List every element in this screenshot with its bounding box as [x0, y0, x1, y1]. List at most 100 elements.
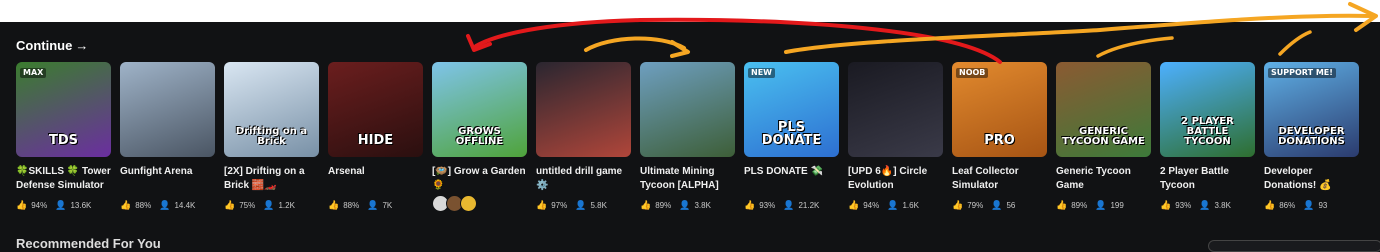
game-stats: 👍 94% 👤 13.6K [16, 200, 91, 211]
game-thumbnail[interactable]: Drifting on a Brick [224, 62, 319, 157]
thumbnail-logo-text: GROWS OFFLINE [455, 126, 504, 147]
person-icon: 👤 [991, 200, 1003, 210]
continue-section-link[interactable]: Continue → [16, 38, 88, 53]
game-title[interactable]: untitled drill game ⚙️ [536, 165, 632, 193]
game-title[interactable]: 🍀SKILLS 🍀 Tower Defense Simulator [16, 165, 112, 193]
avatar[interactable] [460, 195, 477, 212]
game-stats: 👍 86% 👤 93 [1264, 200, 1327, 211]
game-thumbnail[interactable]: PLS DONATE NEW [744, 62, 839, 157]
game-title[interactable]: [UPD 6🔥] Circle Evolution [848, 165, 944, 193]
game-card[interactable]: TDS MAX 🍀SKILLS 🍀 Tower Defense Simulator 👍… [16, 62, 112, 210]
player-count: 5.8K [590, 201, 607, 210]
game-card[interactable]: HIDE Arsenal 👍 88% 👤 7K [328, 62, 424, 210]
game-stats: 👍 88% 👤 14.4K [120, 200, 195, 211]
person-icon: 👤 [55, 200, 67, 210]
game-thumbnail[interactable]: 2 PLAYER BATTLE TYCOON [1160, 62, 1255, 157]
game-thumbnail[interactable] [120, 62, 215, 157]
rating-value: 94% [863, 201, 880, 210]
player-count: 1.2K [278, 201, 295, 210]
game-card[interactable]: untitled drill game ⚙️ 👍 97% 👤 5.8K [536, 62, 632, 210]
game-card[interactable]: GROWS OFFLINE [🪺] Grow a Garden 🌻 [432, 62, 528, 212]
game-stats: 👍 79% 👤 56 [952, 200, 1015, 211]
thumbnail-logo-text: GENERIC TYCOON GAME [1062, 126, 1145, 147]
thumbnail-logo-text: Drifting on a Brick [235, 126, 308, 147]
rating-value: 88% [135, 201, 152, 210]
continue-title: Continue [16, 38, 73, 53]
person-icon: 👤 [1303, 200, 1315, 210]
game-title[interactable]: Arsenal [328, 165, 424, 179]
game-title[interactable]: Developer Donations! 💰 [1264, 165, 1360, 193]
game-stats: 👍 93% 👤 21.2K [744, 200, 819, 211]
thumbs-up-icon: 👍 [1056, 200, 1068, 210]
person-icon: 👤 [263, 200, 275, 210]
game-title[interactable]: Leaf Collector Simulator [952, 165, 1048, 193]
thumbs-up-icon: 👍 [1264, 200, 1276, 210]
continue-row: TDS MAX 🍀SKILLS 🍀 Tower Defense Simulator 👍… [16, 62, 1380, 222]
person-icon: 👤 [159, 200, 171, 210]
game-card[interactable]: [UPD 6🔥] Circle Evolution 👍 94% 👤 1.6K [848, 62, 944, 210]
person-icon: 👤 [1199, 200, 1211, 210]
game-title[interactable]: Generic Tycoon Game [1056, 165, 1152, 193]
game-stats: 👍 89% 👤 3.8K [640, 200, 711, 211]
rating-value: 75% [239, 201, 256, 210]
thumbnail-logo-text: PRO [984, 133, 1015, 148]
game-thumbnail[interactable]: DEVELOPER DONATIONS SUPPORT ME! [1264, 62, 1359, 157]
game-card[interactable]: 2 PLAYER BATTLE TYCOON 2 Player Battle Ty… [1160, 62, 1256, 210]
game-thumbnail[interactable]: GENERIC TYCOON GAME [1056, 62, 1151, 157]
rating-value: 93% [1175, 201, 1192, 210]
thumbnail-badge-text: NOOB [956, 68, 989, 78]
player-count: 3.8K [1214, 201, 1231, 210]
player-count: 21.2K [798, 201, 820, 210]
thumbs-up-icon: 👍 [744, 200, 756, 210]
game-thumbnail[interactable]: HIDE [328, 62, 423, 157]
thumbs-up-icon: 👍 [120, 200, 132, 210]
game-stats: 👍 88% 👤 7K [328, 200, 392, 211]
arrow-right-icon: → [75, 38, 89, 53]
player-count: 199 [1110, 201, 1124, 210]
game-title[interactable]: PLS DONATE 💸 [744, 165, 840, 179]
game-title[interactable]: [2X] Drifting on a Brick 🧱🏎️ [224, 165, 320, 193]
game-title[interactable]: Gunfight Arena [120, 165, 216, 179]
game-card[interactable]: DEVELOPER DONATIONS SUPPORT ME! Developer … [1264, 62, 1360, 210]
player-count: 93 [1318, 201, 1328, 210]
game-thumbnail[interactable]: GROWS OFFLINE [432, 62, 527, 157]
friend-avatars[interactable] [432, 195, 477, 212]
player-count: 13.6K [70, 201, 92, 210]
game-card[interactable]: Gunfight Arena 👍 88% 👤 14.4K [120, 62, 216, 210]
thumbnail-logo-text: PLS DONATE [761, 120, 822, 148]
rating-value: 89% [1071, 201, 1088, 210]
game-stats: 👍 89% 👤 199 [1056, 200, 1124, 211]
game-stats: 👍 97% 👤 5.8K [536, 200, 607, 211]
rating-value: 86% [1279, 201, 1296, 210]
game-title[interactable]: Ultimate Mining Tycoon [ALPHA] [640, 165, 736, 193]
game-thumbnail[interactable]: TDS MAX [16, 62, 111, 157]
thumbnail-logo-text: 2 PLAYER BATTLE TYCOON [1181, 116, 1234, 147]
game-title[interactable]: 2 Player Battle Tycoon [1160, 165, 1256, 193]
person-icon: 👤 [367, 200, 379, 210]
person-icon: 👤 [783, 200, 795, 210]
game-thumbnail[interactable] [848, 62, 943, 157]
person-icon: 👤 [679, 200, 691, 210]
thumbs-up-icon: 👍 [16, 200, 28, 210]
browser-top-strip [0, 0, 1380, 22]
game-title[interactable]: [🪺] Grow a Garden 🌻 [432, 165, 528, 193]
recommended-search-box[interactable] [1208, 240, 1380, 252]
game-stats: 👍 94% 👤 1.6K [848, 200, 919, 211]
player-count: 3.8K [694, 201, 711, 210]
game-thumbnail[interactable] [640, 62, 735, 157]
rating-value: 93% [759, 201, 776, 210]
game-card[interactable]: Drifting on a Brick [2X] Drifting on a Br… [224, 62, 320, 210]
thumbs-up-icon: 👍 [536, 200, 548, 210]
thumbnail-logo-text: DEVELOPER DONATIONS [1278, 126, 1345, 147]
game-card[interactable]: PRO NOOB Leaf Collector Simulator 👍 79% 👤 56 [952, 62, 1048, 210]
game-card[interactable]: Ultimate Mining Tycoon [ALPHA] 👍 89% 👤 3.8K [640, 62, 736, 210]
game-card[interactable]: GENERIC TYCOON GAME Generic Tycoon Game 👍 8… [1056, 62, 1152, 210]
game-stats: 👍 75% 👤 1.2K [224, 200, 295, 211]
thumbs-up-icon: 👍 [328, 200, 340, 210]
game-card[interactable]: PLS DONATE NEW PLS DONATE 💸 👍 93% 👤 21.2K [744, 62, 840, 210]
rating-value: 89% [655, 201, 672, 210]
game-thumbnail[interactable] [536, 62, 631, 157]
game-thumbnail[interactable]: PRO NOOB [952, 62, 1047, 157]
thumbnail-badge-text: MAX [20, 68, 47, 78]
person-icon: 👤 [887, 200, 899, 210]
